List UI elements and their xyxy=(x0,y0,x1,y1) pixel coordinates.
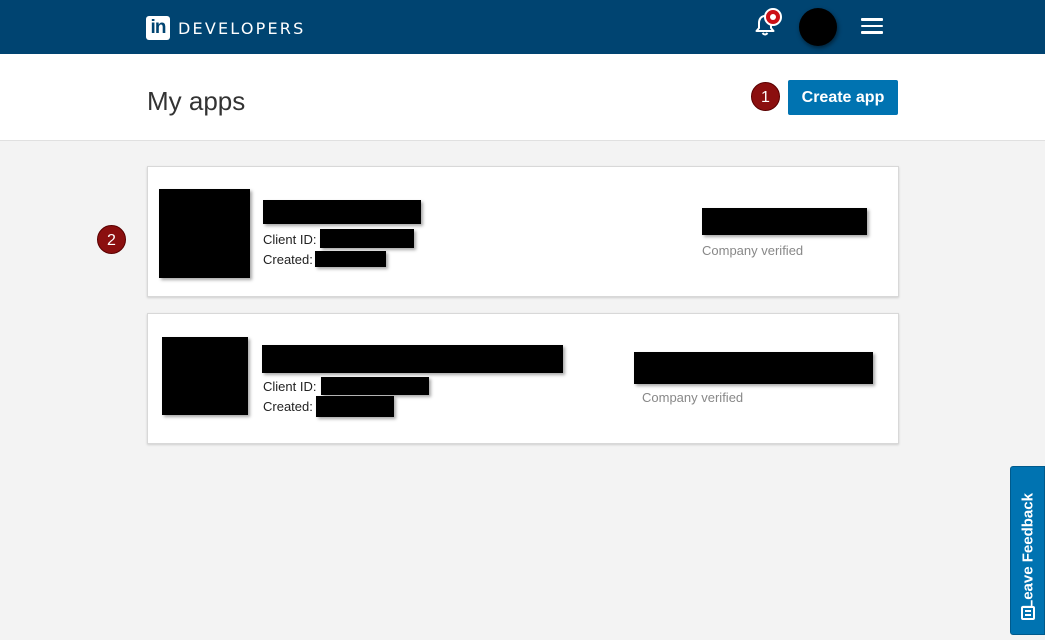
feedback-icon xyxy=(1021,606,1035,620)
brand-text: DEVELOPERS xyxy=(178,18,306,38)
step-marker-2: 2 xyxy=(97,225,126,254)
notification-badge xyxy=(764,8,782,26)
client-id-redacted xyxy=(320,229,414,248)
created-label: Created: xyxy=(263,252,313,267)
app-card[interactable]: Client ID: Created: Company verified xyxy=(147,313,899,444)
feedback-label: Leave Feedback xyxy=(1019,492,1036,609)
client-id-label: Client ID: xyxy=(263,379,317,394)
created-date-redacted xyxy=(316,396,394,417)
hamburger-menu-icon[interactable] xyxy=(861,18,883,36)
app-name-redacted xyxy=(262,345,563,373)
status-badge: Company verified xyxy=(702,243,804,258)
client-id-redacted xyxy=(321,377,429,395)
app-logo-redacted xyxy=(159,189,250,278)
app-card[interactable]: Client ID: Created: Company verified xyxy=(147,166,899,297)
brand-link[interactable]: in DEVELOPERS xyxy=(146,16,305,40)
company-name-redacted xyxy=(634,352,873,384)
company-name-redacted xyxy=(702,208,867,235)
user-avatar[interactable] xyxy=(799,8,837,46)
linkedin-logo-icon: in xyxy=(146,16,170,40)
status-badge: Company verified xyxy=(642,390,744,405)
created-label: Created: xyxy=(263,399,313,414)
client-id-label: Client ID: xyxy=(263,232,317,247)
app-name-redacted xyxy=(263,200,421,224)
page-title: My apps xyxy=(147,86,246,116)
created-date-redacted xyxy=(315,251,386,267)
step-marker-1: 1 xyxy=(751,82,780,111)
app-logo-redacted xyxy=(162,337,248,415)
leave-feedback-tab[interactable]: Leave Feedback xyxy=(1010,466,1045,635)
create-app-button[interactable]: Create app xyxy=(788,80,898,115)
